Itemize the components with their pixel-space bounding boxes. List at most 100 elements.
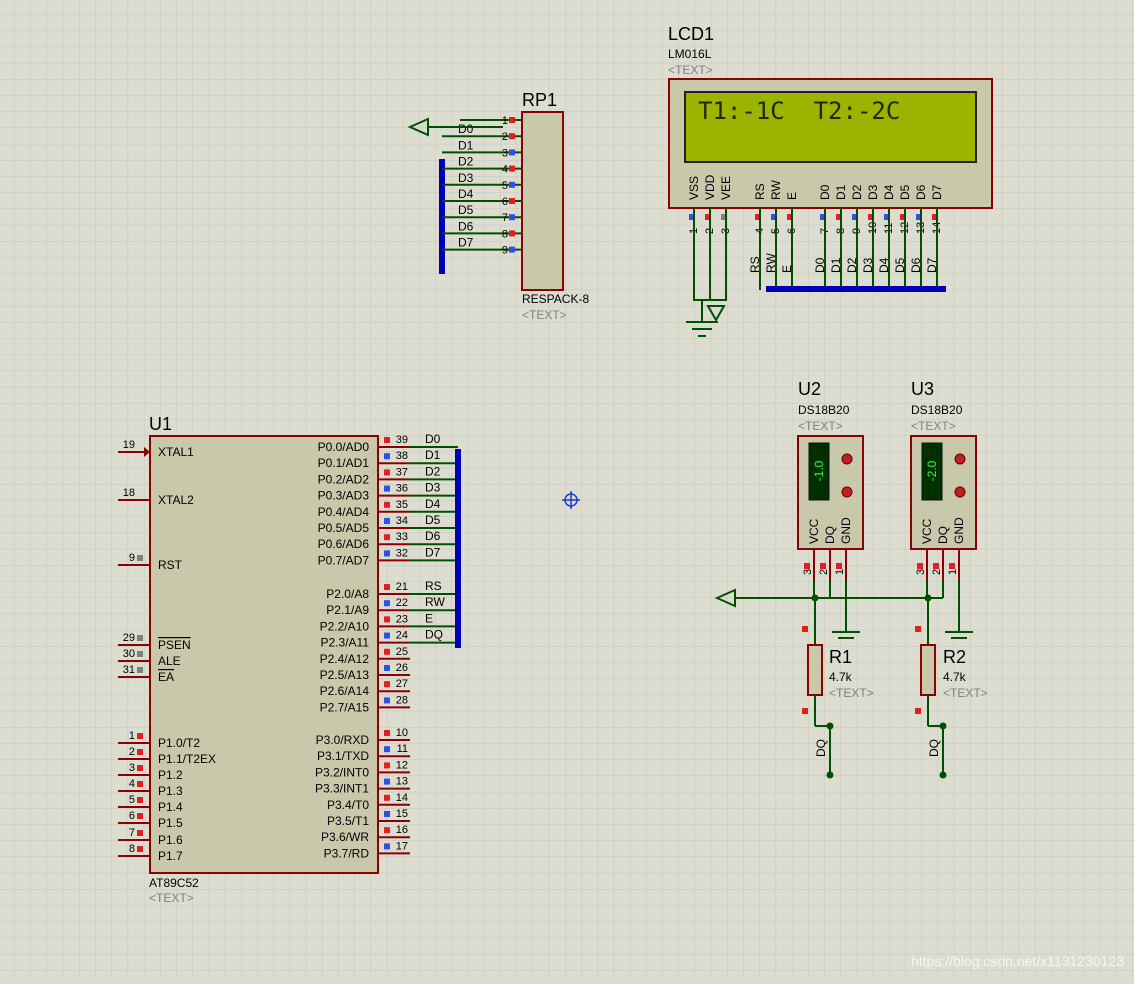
u1-left-pin-name: P1.5 — [158, 816, 183, 830]
lcd1-net-label: E — [780, 265, 794, 273]
resistor-net-label: DQ — [927, 739, 941, 757]
sensor-up-button-icon — [841, 453, 853, 465]
u1-left-pin-number: 4 — [129, 778, 135, 790]
u1-right-pin-number: 24 — [396, 630, 408, 642]
u1-right-pin-number: 27 — [396, 678, 408, 690]
r1-value-label: 4.7k — [829, 670, 853, 684]
u1-left-pin-number: 2 — [129, 746, 135, 758]
u1-right-pin-name: P0.6/AD6 — [318, 537, 370, 551]
u2-ref-label: U2 — [798, 379, 821, 399]
u1-right-pin-number: 37 — [396, 466, 408, 478]
u1-left-pin-number: 6 — [129, 810, 135, 822]
sensor-pin-marker — [933, 563, 939, 569]
u1-right-pin-marker — [384, 681, 390, 688]
u1-left-pin-name: ALE — [158, 654, 181, 668]
u1-right-pin-number: 34 — [396, 515, 408, 527]
u1-right-pin-marker — [384, 485, 390, 492]
rp1-pin-number: 4 — [502, 164, 508, 176]
lcd1-pin-name: D0 — [818, 184, 832, 200]
u1-right-pin-marker — [384, 730, 390, 736]
schematic-canvas[interactable]: 12D03D14D25D36D47D58D69D7VSS1VDD2VEE3RS4… — [0, 0, 1134, 979]
watermark: https://blog.csdn.net/x1131230123 — [911, 953, 1124, 969]
u1-right-pin-number: 28 — [396, 694, 408, 706]
u1-left-pin-marker — [137, 830, 143, 836]
u1-left-pin-name: RST — [158, 558, 183, 572]
rp1-net-label: D2 — [458, 155, 474, 169]
u1-left-pin-marker — [137, 555, 143, 561]
u1-right-pin-number: 17 — [396, 840, 408, 852]
lcd1-pin-name: D1 — [834, 184, 848, 200]
lcd1-net-label: D2 — [845, 257, 859, 273]
u1-right-pin-marker — [384, 584, 390, 590]
sensor-pin-marker — [949, 563, 955, 569]
resistor-pin-marker — [915, 626, 921, 632]
rp1-pin-number: 8 — [502, 228, 508, 240]
u1-right-pin-number: 36 — [396, 483, 408, 495]
u1-left-pin-number: 1 — [129, 730, 135, 742]
u1-value-label: AT89C52 — [149, 876, 199, 890]
resistor-net-label: DQ — [814, 739, 828, 757]
u1-right-pin-number: 38 — [396, 450, 408, 462]
lcd1-pin-name: RS — [753, 183, 767, 200]
u1-left-pin-number: 9 — [129, 552, 135, 564]
u1-right-pin-marker — [384, 827, 390, 834]
u2-text-placeholder: <TEXT> — [798, 419, 843, 433]
u1-right-pin-name: P3.0/RXD — [316, 733, 370, 747]
u1-net-label: D2 — [425, 464, 441, 478]
sensor-pin-name: DQ — [823, 526, 837, 544]
u1-net-label: D6 — [425, 529, 441, 543]
sensor-down-button-icon — [841, 486, 853, 498]
u1-right-pin-name: P3.5/T1 — [327, 814, 369, 828]
u3-ref-label: U3 — [911, 379, 934, 399]
lcd1-net-label: RW — [764, 253, 778, 273]
schematic-svg: 12D03D14D25D36D47D58D69D7VSS1VDD2VEE3RS4… — [0, 0, 1134, 979]
u1-left-pin-number: 31 — [123, 664, 135, 676]
resistor-pin-marker — [915, 708, 921, 714]
lcd1-pin-name: E — [785, 192, 799, 200]
u1-right-pin-marker — [384, 697, 390, 704]
u1-text-placeholder: <TEXT> — [149, 891, 194, 905]
dq-terminal-dot — [939, 771, 947, 779]
rp1-pin-number: 6 — [502, 196, 508, 208]
u1-right-pin-marker — [384, 518, 390, 524]
lcd1-pin-name: D6 — [914, 184, 928, 200]
junction-dot — [826, 722, 834, 730]
u1-left-pin-number: 18 — [123, 487, 135, 499]
u1-right-pin-number: 11 — [397, 743, 408, 755]
u1-right-pin-marker — [384, 648, 390, 655]
rp1-net-label: D6 — [458, 219, 474, 233]
u3-value-label: DS18B20 — [911, 403, 963, 417]
u1-right-pin-name: P2.2/A10 — [320, 619, 370, 633]
rp1-pin-number: 3 — [502, 147, 508, 159]
lcd1-net-label: D4 — [877, 257, 891, 273]
resistor-body — [920, 644, 936, 696]
junction-dot — [939, 722, 947, 730]
u1-net-label: RW — [425, 595, 445, 609]
u1-right-pin-marker — [384, 534, 390, 541]
u1-left-pin-name: P1.4 — [158, 800, 183, 814]
u1-right-pin-number: 21 — [396, 581, 408, 593]
r1-ref-label: R1 — [829, 647, 852, 667]
u1-right-pin-number: 32 — [396, 547, 408, 559]
u1-right-pin-name: P2.4/A12 — [320, 652, 370, 666]
u1-left-pin-number: 29 — [123, 632, 135, 644]
u1-right-pin-name: P0.7/AD7 — [318, 553, 370, 567]
lcd1-net-label: RS — [748, 256, 762, 273]
u1-right-pin-number: 25 — [396, 646, 408, 658]
u1-right-pin-name: P2.6/A14 — [320, 684, 370, 698]
lcd1-pin-name: RW — [769, 180, 783, 200]
lcd1-pin-name: VSS — [687, 176, 701, 200]
sensor-pin-number: 2 — [931, 569, 943, 575]
lcd1-value-label: LM016L — [668, 47, 712, 61]
rp1-body — [521, 111, 564, 291]
u1-right-pin-name-active-low: P3.3/INT1 — [315, 782, 369, 796]
u1-right-pin-name: P3.4/T0 — [327, 798, 369, 812]
rp1-net-label: D1 — [458, 138, 474, 152]
sensor-reading: -1.0 — [812, 460, 826, 481]
u1-left-pin-marker — [137, 733, 143, 739]
r2-value-label: 4.7k — [943, 670, 967, 684]
sensor-pin-number: 2 — [818, 569, 830, 575]
rp1-net-label: D7 — [458, 236, 474, 250]
lcd1-net-label: D1 — [829, 257, 843, 273]
u1-net-label: D5 — [425, 513, 441, 527]
